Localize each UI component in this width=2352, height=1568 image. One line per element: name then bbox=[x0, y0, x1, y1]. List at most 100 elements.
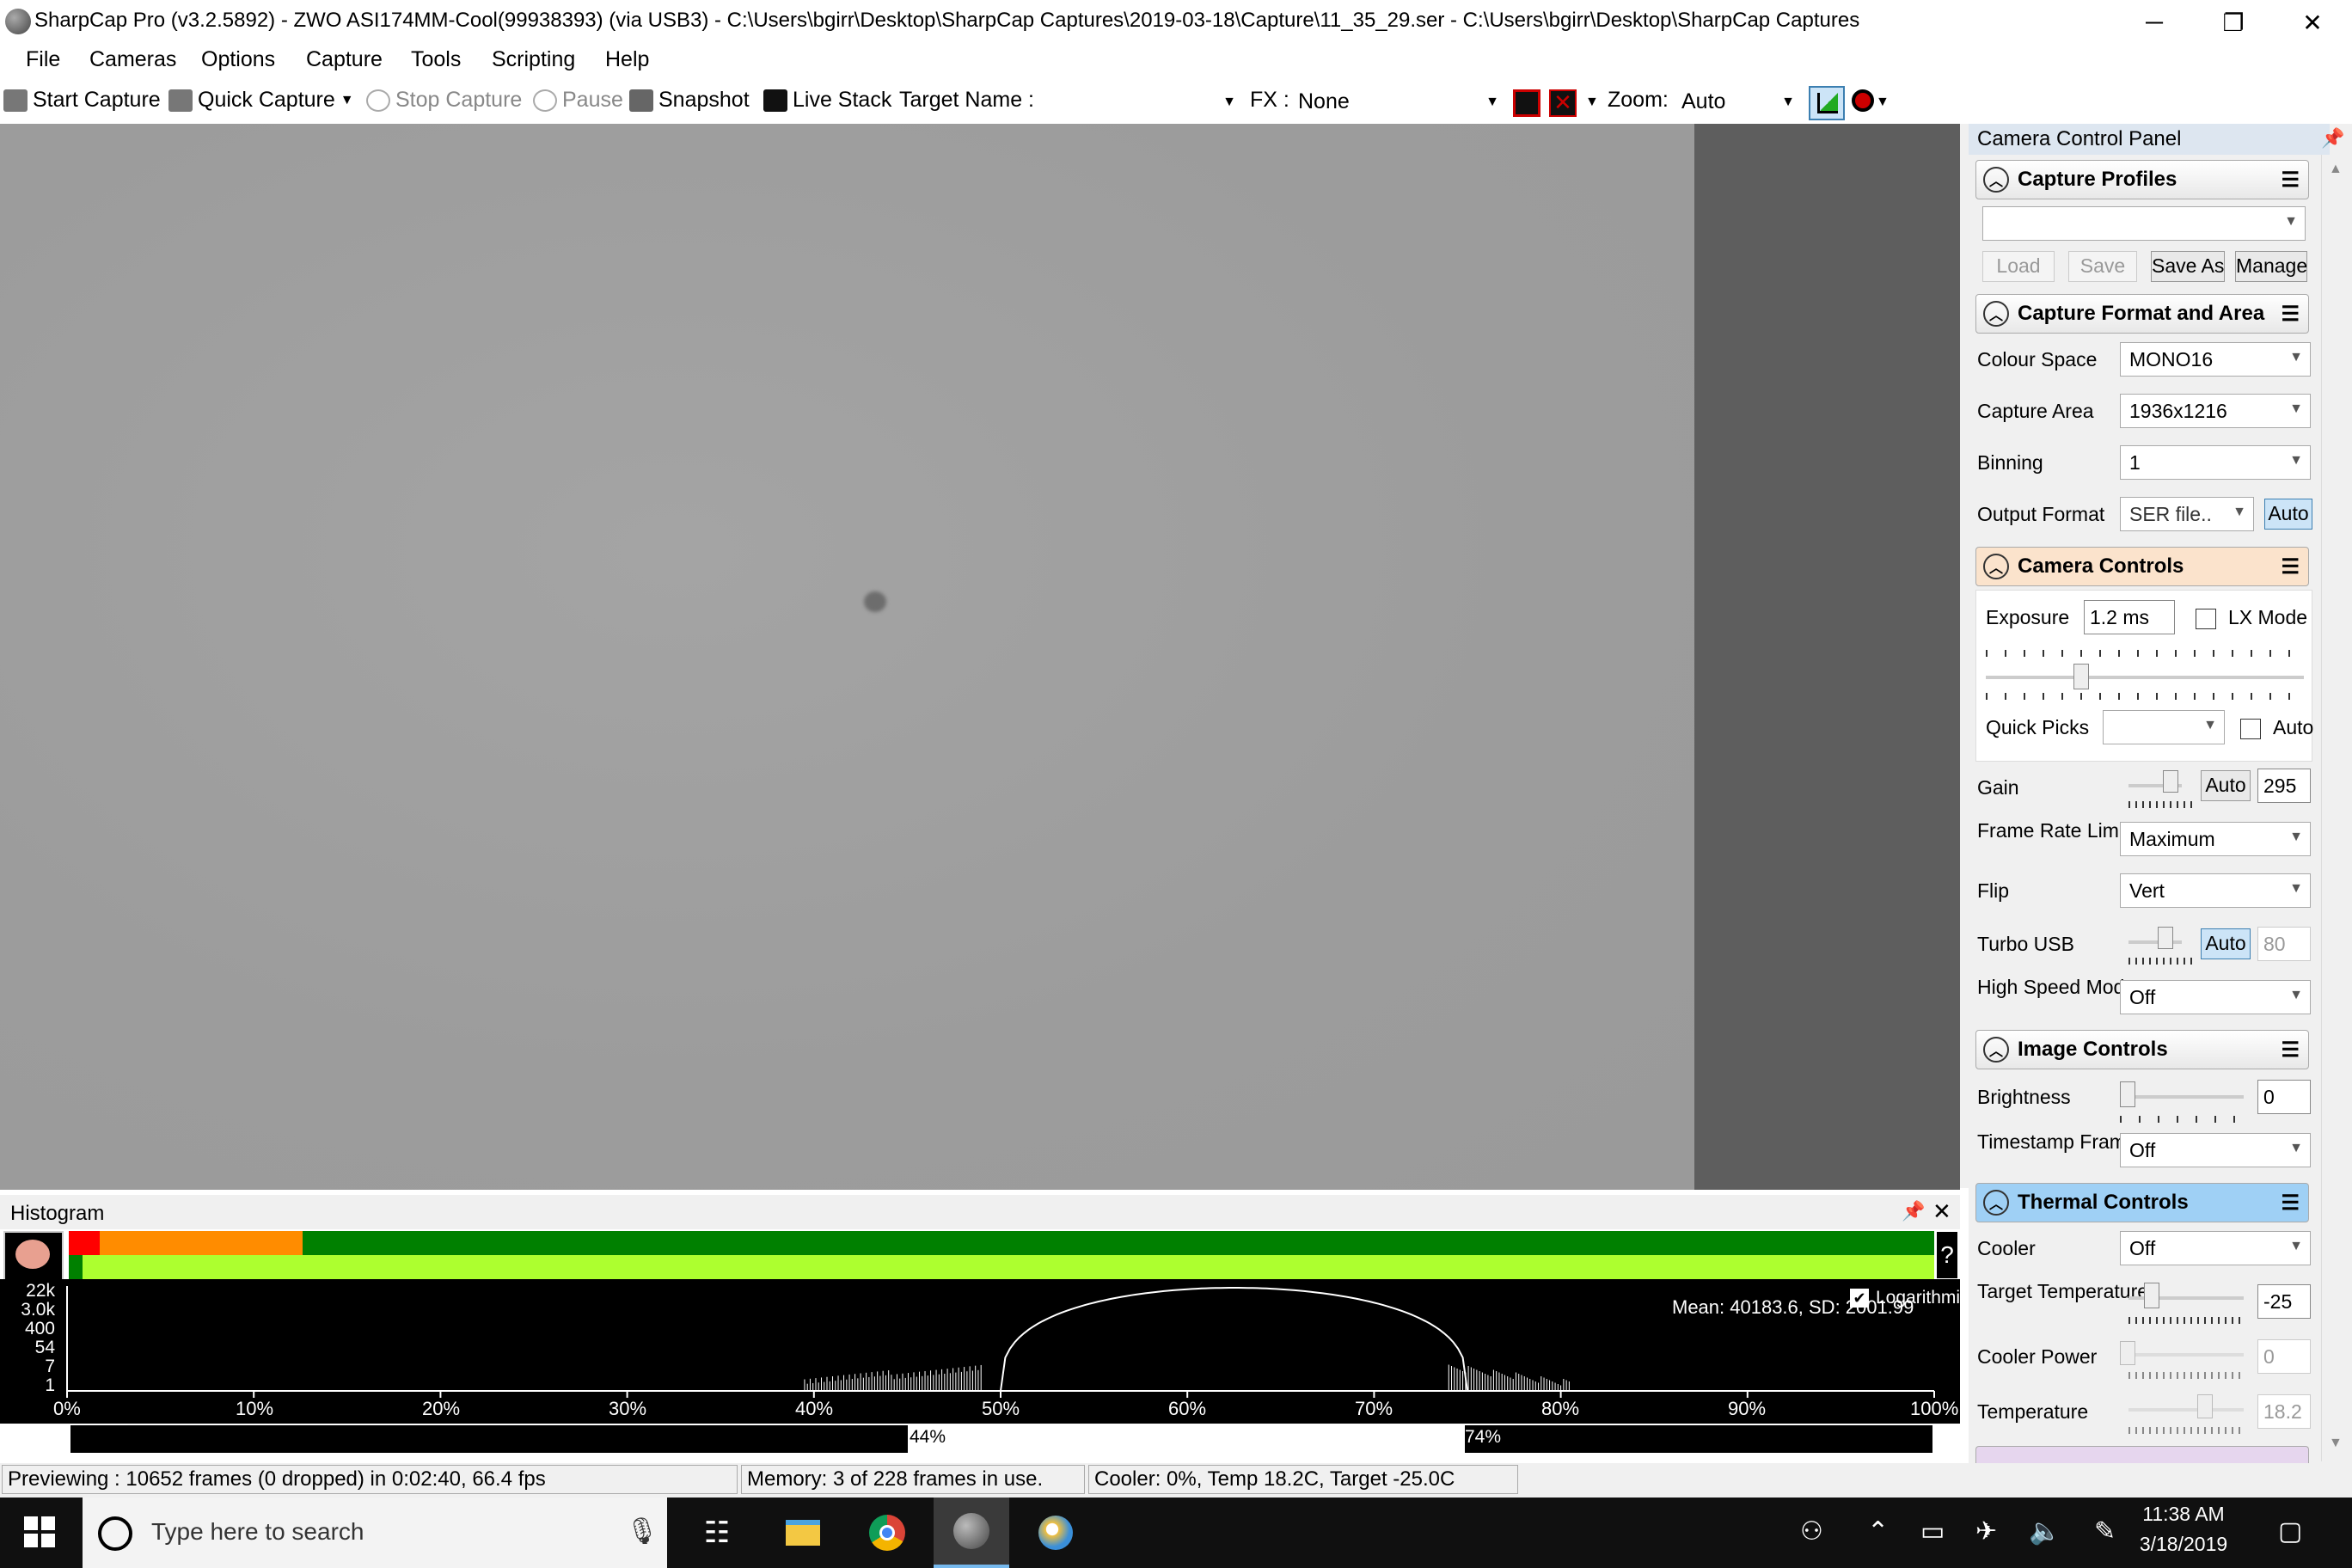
chevron-down-icon[interactable]: ▼ bbox=[1585, 95, 1599, 110]
maximize-button[interactable]: ❐ bbox=[2194, 0, 2273, 45]
logarithmic-checkbox[interactable]: ✔ Logarithmic bbox=[1850, 1288, 1969, 1308]
histogram-help-button[interactable]: ? bbox=[1936, 1231, 1958, 1279]
panel-scrollbar[interactable]: ▲ ▼ bbox=[2321, 155, 2352, 1461]
windows-start-icon[interactable] bbox=[24, 1516, 55, 1547]
gain-slider-thumb[interactable] bbox=[2163, 770, 2178, 793]
target-temperature-slider-thumb[interactable] bbox=[2144, 1283, 2159, 1308]
camera-controls-header[interactable]: ︿ Camera Controls ☰ bbox=[1975, 547, 2309, 586]
exposure-slider-track[interactable] bbox=[1986, 676, 2304, 679]
menu-cameras[interactable]: Cameras bbox=[89, 47, 176, 72]
pen-icon[interactable]: ✎ bbox=[2094, 1516, 2116, 1547]
quick-picks-select[interactable]: ▼ bbox=[2103, 710, 2225, 744]
high-speed-mode-select[interactable]: Off ▼ bbox=[2120, 980, 2311, 1014]
profile-select[interactable]: ▼ bbox=[1982, 206, 2306, 241]
cooler-select[interactable]: Off ▼ bbox=[2120, 1231, 2311, 1265]
timestamp-frames-select[interactable]: Off ▼ bbox=[2120, 1133, 2311, 1167]
capture-format-header[interactable]: ︿ Capture Format and Area ☰ bbox=[1975, 294, 2309, 334]
chrome-icon[interactable] bbox=[849, 1498, 925, 1568]
exposure-slider-thumb[interactable] bbox=[2073, 664, 2089, 689]
capture-profiles-header[interactable]: ︿ Capture Profiles ☰ bbox=[1975, 160, 2309, 199]
camera-preview[interactable] bbox=[0, 124, 1694, 1190]
exposure-input[interactable]: 1.2 ms bbox=[2084, 600, 2175, 634]
taskbar-search-box[interactable]: Type here to search 🎙 bbox=[83, 1498, 667, 1568]
notifications-icon[interactable]: ▢ bbox=[2278, 1516, 2302, 1547]
red-cross-icon[interactable]: ✕ bbox=[1549, 89, 1577, 117]
sharpcap-taskbar-icon[interactable] bbox=[934, 1498, 1009, 1568]
hamburger-menu-icon[interactable]: ☰ bbox=[2281, 302, 2300, 327]
start-capture-button[interactable]: Start Capture bbox=[3, 88, 161, 113]
chevron-down-icon[interactable]: ▼ bbox=[1876, 95, 1890, 110]
menu-options[interactable]: Options bbox=[201, 47, 275, 72]
gain-auto-button[interactable]: Auto bbox=[2201, 770, 2251, 801]
histogram-range-selection[interactable] bbox=[908, 1424, 1465, 1455]
close-button[interactable]: ✕ bbox=[2273, 0, 2352, 45]
chevron-up-icon[interactable]: ⌃ bbox=[1867, 1516, 1889, 1547]
brightness-input[interactable]: 0 bbox=[2257, 1080, 2311, 1114]
network-icon[interactable]: ✈ bbox=[1975, 1516, 1997, 1547]
menu-capture[interactable]: Capture bbox=[306, 47, 383, 72]
scroll-up-icon[interactable]: ▲ bbox=[2329, 162, 2343, 177]
people-icon[interactable]: ⚇ bbox=[1800, 1516, 1823, 1547]
collapse-icon[interactable]: ︿ bbox=[1983, 1037, 2009, 1063]
colour-space-select[interactable]: MONO16 ▼ bbox=[2120, 342, 2311, 377]
frame-rate-select[interactable]: Maximum ▼ bbox=[2120, 822, 2311, 856]
stop-capture-button[interactable]: Stop Capture bbox=[366, 88, 522, 113]
file-explorer-icon[interactable] bbox=[765, 1498, 841, 1568]
target-name-combo[interactable]: ▼ bbox=[1035, 86, 1241, 117]
histogram-toggle-button[interactable] bbox=[1809, 86, 1845, 120]
scroll-down-icon[interactable]: ▼ bbox=[2329, 1436, 2343, 1451]
close-icon[interactable]: ✕ bbox=[1932, 1198, 1951, 1225]
live-stack-button[interactable]: Live Stack bbox=[763, 88, 891, 113]
brightness-slider-thumb[interactable] bbox=[2120, 1081, 2135, 1107]
thermal-controls-header[interactable]: ︿ Thermal Controls ☰ bbox=[1975, 1183, 2309, 1222]
save-profile-button[interactable]: Save bbox=[2068, 251, 2137, 282]
hamburger-menu-icon[interactable]: ☰ bbox=[2281, 168, 2300, 193]
turbo-usb-input[interactable]: 80 bbox=[2257, 927, 2311, 961]
collapse-icon[interactable]: ︿ bbox=[1983, 554, 2009, 579]
flip-select[interactable]: Vert ▼ bbox=[2120, 873, 2311, 908]
collapse-icon[interactable]: ︿ bbox=[1983, 1190, 2009, 1216]
cooler-power-slider-track[interactable] bbox=[2120, 1353, 2244, 1357]
menu-file[interactable]: File bbox=[26, 47, 60, 72]
manage-profiles-button[interactable]: Manage bbox=[2235, 251, 2307, 282]
turbo-usb-slider-thumb[interactable] bbox=[2158, 927, 2173, 949]
taskbar-clock[interactable]: 11:38 AM 3/18/2019 bbox=[2132, 1503, 2235, 1556]
menu-tools[interactable]: Tools bbox=[411, 47, 461, 72]
target-temperature-input[interactable]: -25 bbox=[2257, 1284, 2311, 1319]
quick-picks-auto-checkbox[interactable] bbox=[2240, 719, 2261, 739]
menu-help[interactable]: Help bbox=[605, 47, 649, 72]
task-view-icon[interactable]: ☷ bbox=[679, 1498, 755, 1568]
lx-mode-checkbox[interactable] bbox=[2196, 609, 2216, 629]
volume-icon[interactable]: 🔈 bbox=[2029, 1516, 2061, 1547]
load-profile-button[interactable]: Load bbox=[1982, 251, 2055, 282]
gain-input[interactable]: 295 bbox=[2257, 769, 2311, 803]
pin-icon[interactable]: 📌 bbox=[1902, 1200, 1925, 1222]
turbo-usb-slider-track[interactable] bbox=[2128, 940, 2182, 944]
cooler-power-slider-thumb[interactable] bbox=[2120, 1341, 2135, 1365]
hamburger-menu-icon[interactable]: ☰ bbox=[2281, 1191, 2300, 1216]
brightness-slider-track[interactable] bbox=[2120, 1095, 2244, 1099]
hamburger-menu-icon[interactable]: ☰ bbox=[2281, 554, 2300, 579]
snapshot-button[interactable]: Snapshot bbox=[629, 88, 750, 113]
chevron-down-icon[interactable]: ▼ bbox=[340, 93, 354, 108]
fx-combo[interactable]: None ▼ bbox=[1295, 86, 1504, 117]
pause-button[interactable]: Pause bbox=[533, 88, 623, 113]
output-format-auto-button[interactable]: Auto bbox=[2264, 499, 2312, 530]
quick-capture-button[interactable]: Quick Capture ▼ bbox=[168, 88, 354, 113]
turbo-usb-auto-button[interactable]: Auto bbox=[2201, 928, 2251, 959]
pin-icon[interactable]: 📌 bbox=[2321, 127, 2344, 150]
collapse-icon[interactable]: ︿ bbox=[1983, 301, 2009, 327]
output-format-select[interactable]: SER file.. ▼ bbox=[2120, 497, 2254, 531]
zoom-icon[interactable] bbox=[1852, 89, 1874, 112]
panel-splitter[interactable] bbox=[1960, 124, 1969, 1188]
microphone-icon[interactable]: 🎙 bbox=[626, 1516, 658, 1547]
save-as-profile-button[interactable]: Save As bbox=[2151, 251, 2225, 282]
capture-area-select[interactable]: 1936x1216 ▼ bbox=[2120, 394, 2311, 428]
cooler-power-input[interactable]: 0 bbox=[2257, 1339, 2311, 1374]
image-controls-header[interactable]: ︿ Image Controls ☰ bbox=[1975, 1030, 2309, 1069]
zoom-combo[interactable]: Auto ▼ bbox=[1675, 86, 1800, 117]
menu-scripting[interactable]: Scripting bbox=[492, 47, 575, 72]
paint-icon[interactable] bbox=[1018, 1498, 1093, 1568]
minimize-button[interactable]: ─ bbox=[2115, 0, 2194, 45]
battery-icon[interactable]: ▭ bbox=[1920, 1516, 1945, 1547]
